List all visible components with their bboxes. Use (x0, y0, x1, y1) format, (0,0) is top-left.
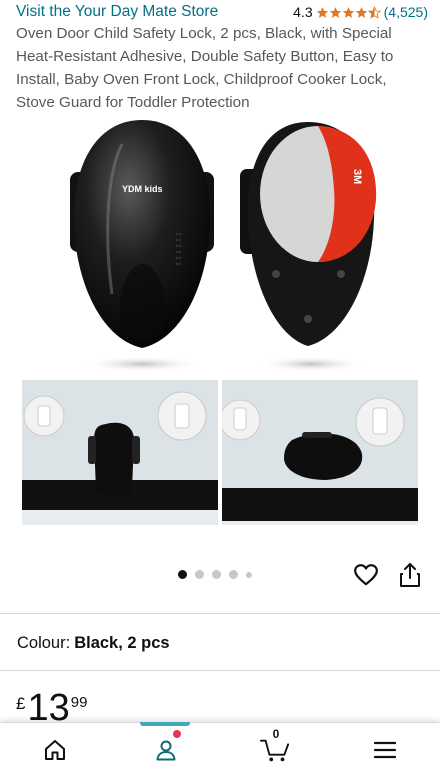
nav-menu-button[interactable] (370, 735, 400, 765)
share-icon[interactable] (398, 562, 422, 588)
variant-label: Colour: (17, 634, 71, 652)
oven-lock-back-image: 3M (240, 122, 377, 372)
star-full-icon (355, 6, 367, 18)
store-link[interactable]: Visit the Your Day Mate Store (16, 3, 218, 21)
section-divider (0, 670, 440, 671)
store-row: Visit the Your Day Mate Store 4.3 (4,525… (16, 2, 428, 22)
nav-account-button[interactable] (151, 735, 181, 765)
star-half-icon (367, 5, 381, 19)
nav-home-button[interactable] (40, 735, 70, 765)
star-rating (316, 5, 381, 19)
star-full-icon (342, 6, 354, 18)
product-logo-text: YDM kids (122, 184, 163, 194)
carousel-dot[interactable] (229, 570, 238, 579)
active-tab-indicator (140, 722, 190, 726)
section-divider (0, 613, 440, 614)
carousel-dot[interactable] (246, 571, 252, 578)
star-full-icon (316, 6, 328, 18)
bottom-navigation-bar: 0 (0, 722, 440, 775)
oven-lock-front-image: YDM kids (70, 120, 214, 372)
price-currency: £ (16, 694, 26, 713)
rating-summary[interactable]: 4.3 (4,525) (293, 4, 428, 20)
star-full-icon (329, 6, 341, 18)
oven-lock-installed-photo (22, 380, 218, 525)
rating-value: 4.3 (293, 4, 313, 20)
price-fraction: 99 (70, 694, 88, 711)
person-icon (156, 740, 176, 761)
variant-selector[interactable]: Colour: Black, 2 pcs (17, 634, 170, 653)
variant-value: Black, 2 pcs (74, 634, 170, 652)
home-icon (45, 740, 65, 760)
heart-outline-icon[interactable] (353, 562, 379, 588)
product-image-gallery[interactable]: YDM kids 3M (0, 108, 440, 578)
image-carousel-dots[interactable] (178, 570, 252, 579)
hamburger-menu-icon (373, 741, 397, 759)
rating-count[interactable]: (4,525) (384, 4, 428, 20)
carousel-dot[interactable] (212, 570, 221, 579)
product-title: Oven Door Child Safety Lock, 2 pcs, Blac… (16, 25, 394, 111)
carousel-dot[interactable] (195, 570, 204, 579)
cart-count-badge: 0 (272, 727, 280, 741)
carousel-dot[interactable] (178, 570, 187, 579)
oven-lock-side-photo (222, 380, 418, 525)
adhesive-brand-text: 3M (351, 169, 363, 184)
notification-dot (173, 730, 181, 738)
